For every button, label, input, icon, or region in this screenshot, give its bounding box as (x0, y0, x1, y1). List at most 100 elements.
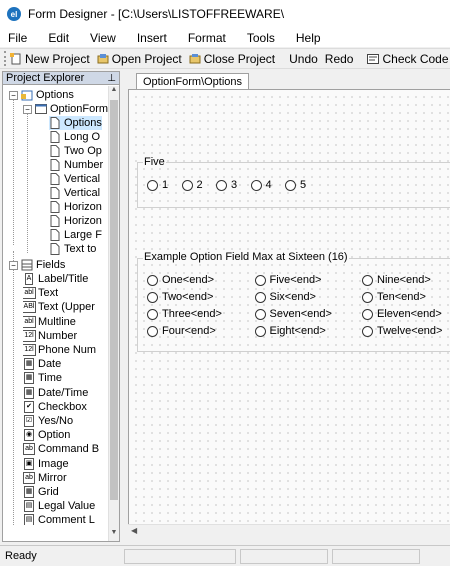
tree-node-label: Text to (64, 243, 97, 255)
tree-node-field[interactable]: ▤ Legal Value (23, 499, 95, 513)
tree-node-form-item[interactable]: Text to (49, 242, 96, 256)
option-radio[interactable]: Five<end> (254, 274, 321, 286)
menu-view[interactable]: View (90, 31, 116, 45)
option-label: Three<end> (162, 308, 222, 320)
tree-node-form-item[interactable]: Vertical (49, 186, 100, 200)
radio-circle-icon[interactable] (147, 291, 158, 303)
option-radio[interactable]: Ten<end> (362, 291, 426, 303)
tree-node-field[interactable]: ☑ Yes/No (23, 414, 73, 428)
radio-circle-icon[interactable] (216, 179, 227, 191)
tree-node-field[interactable]: abl Multline (23, 315, 76, 329)
toolbar-grip[interactable] (4, 51, 6, 66)
collapse-toggle-icon[interactable]: − (9, 260, 18, 270)
option-group-sixteen[interactable] (137, 258, 450, 352)
scroll-left-arrow-icon[interactable]: ◀ (131, 526, 137, 535)
tree-node-field[interactable]: ◉ Option (23, 428, 70, 442)
pin-icon[interactable]: ⊥ (107, 73, 116, 84)
option-radio[interactable]: Seven<end> (254, 308, 332, 320)
radio-circle-icon[interactable] (254, 308, 266, 320)
scroll-down-arrow-icon[interactable]: ▼ (109, 529, 119, 541)
option-radio[interactable]: 4 (250, 179, 272, 191)
option-radio[interactable]: Nine<end> (362, 274, 431, 286)
option-radio[interactable]: 3 (216, 179, 237, 191)
radio-circle-icon[interactable] (285, 179, 296, 191)
tree-node-field[interactable]: A Label/Title (23, 272, 88, 286)
menu-file[interactable]: File (8, 31, 27, 45)
undo-label: Undo (289, 51, 318, 66)
radio-circle-icon[interactable] (362, 291, 373, 303)
tree-node-form-item[interactable]: Two Op (49, 144, 102, 158)
tree-node-field[interactable]: ▦ Grid (23, 485, 59, 499)
menu-tools[interactable]: Tools (247, 31, 275, 45)
open-project-button[interactable]: Open Project (97, 52, 182, 66)
tree-node-field[interactable]: ABl Text (Upper (23, 300, 95, 314)
tree-node-form-item[interactable]: Number (49, 158, 103, 172)
tree-node-form-item[interactable]: Options (49, 116, 102, 130)
option-radio[interactable]: 2 (181, 179, 203, 191)
option-radio[interactable]: 1 (147, 179, 168, 191)
close-project-button[interactable]: Close Project (189, 52, 275, 66)
menu-help[interactable]: Help (296, 31, 321, 45)
collapse-toggle-icon[interactable]: − (23, 104, 32, 114)
tree-node-optionform[interactable]: − OptionForm (23, 102, 108, 116)
tree-node-field[interactable]: ab Mirror (23, 471, 67, 485)
radio-circle-icon[interactable] (250, 179, 262, 191)
radio-circle-icon[interactable] (147, 274, 158, 286)
app-logo-icon: el (7, 7, 21, 21)
redo-button[interactable]: Redo (325, 52, 354, 66)
menu-edit[interactable]: Edit (48, 31, 69, 45)
option-radio[interactable]: Eleven<end> (362, 308, 442, 320)
comment-icon: ▤ (23, 514, 35, 525)
collapse-toggle-icon[interactable]: − (9, 90, 18, 100)
tree-node-field[interactable]: 12l Phone Num (23, 343, 96, 357)
radio-circle-icon[interactable] (254, 325, 266, 337)
new-project-button[interactable]: New Project (10, 52, 90, 66)
option-radio[interactable]: Three<end> (147, 308, 222, 320)
radio-circle-icon[interactable] (254, 291, 266, 303)
radio-circle-icon[interactable] (181, 179, 193, 191)
option-radio[interactable]: Two<end> (147, 291, 213, 303)
check-code-button[interactable]: Check Code (367, 52, 449, 66)
radio-circle-icon[interactable] (147, 308, 158, 320)
design-canvas[interactable]: Five Example Option Field Max at Sixteen… (128, 89, 450, 524)
tree-node-fields[interactable]: − Fields (9, 258, 65, 272)
menu-insert[interactable]: Insert (137, 31, 167, 45)
radio-circle-icon[interactable] (254, 274, 266, 286)
radio-circle-icon[interactable] (362, 274, 373, 286)
option-radio[interactable]: Six<end> (254, 291, 316, 303)
tree-node-form-item[interactable]: Horizon (49, 200, 102, 214)
option-radio[interactable]: 5 (285, 179, 306, 191)
tree-node-form-item[interactable]: Vertical (49, 172, 100, 186)
designer-horizontal-scrollbar[interactable]: ◀ (128, 524, 450, 538)
tree-node-field[interactable]: ✔ Checkbox (23, 400, 87, 414)
tree-node-form-item[interactable]: Large F (49, 228, 102, 242)
tree-guide-line (13, 95, 14, 245)
radio-circle-icon[interactable] (362, 308, 373, 320)
tree-vertical-scrollbar[interactable]: ▲ ▼ (108, 86, 119, 541)
option-radio[interactable]: One<end> (147, 274, 214, 286)
tree-node-label: OptionForm (50, 103, 109, 115)
undo-button[interactable]: Undo (289, 52, 318, 66)
tab-optionform-options[interactable]: OptionForm\Options (136, 73, 250, 89)
tree-node-options-project[interactable]: − Options (9, 88, 74, 102)
tree-node-field[interactable]: ▦ Time (23, 371, 62, 385)
radio-circle-icon[interactable] (147, 179, 158, 191)
option-radio[interactable]: Eight<end> (254, 325, 326, 337)
scroll-up-arrow-icon[interactable]: ▲ (109, 86, 119, 98)
option-radio[interactable]: Twelve<end> (362, 325, 442, 337)
option-radio[interactable]: Four<end> (147, 325, 216, 337)
tree-node-field[interactable]: ▤ Comment L (23, 513, 95, 525)
tree-node-field[interactable]: ▦ Date (23, 357, 61, 371)
tree-node-field[interactable]: 12l Number (23, 329, 77, 343)
tree-node-form-item[interactable]: Horizon (49, 214, 102, 228)
tree-node-field[interactable]: ▦ Date/Time (23, 386, 88, 400)
tree-node-form-item[interactable]: Long O (49, 130, 100, 144)
radio-circle-icon[interactable] (147, 325, 158, 337)
tree-node-field[interactable]: ab Command B (23, 442, 99, 456)
tree-node-field[interactable]: ▣ Image (23, 457, 69, 471)
check-code-icon (367, 53, 380, 64)
menu-format[interactable]: Format (188, 31, 226, 45)
scrollbar-thumb[interactable] (110, 100, 118, 500)
radio-circle-icon[interactable] (362, 325, 373, 337)
tree-node-field[interactable]: abl Text (23, 286, 58, 300)
